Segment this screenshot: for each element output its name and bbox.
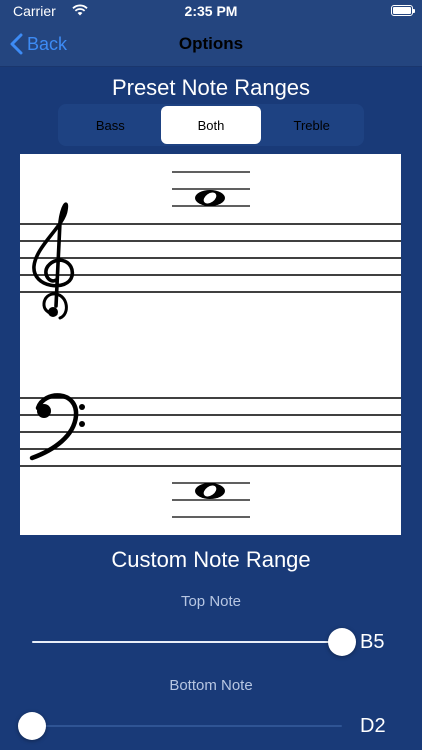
page-title: Options [178,34,244,53]
top-note-value: B5 [360,631,385,653]
segment-both[interactable]: Both [160,106,262,144]
segment-treble[interactable]: Treble [261,106,362,144]
top-note-slider-thumb[interactable] [328,628,356,656]
bottom-note-slider[interactable] [18,711,342,741]
treble-clef-icon [32,202,75,320]
top-note-slider[interactable] [32,627,356,657]
treble-staff [20,223,401,293]
top-note-label: Top Note [180,593,242,610]
navigation-bar: Back Options [0,22,422,67]
battery-icon [391,5,415,16]
staff-display [20,154,401,535]
status-time: 2:35 PM [184,3,238,19]
bottom-note-value: D2 [360,715,386,737]
bottom-note-label: Bottom Note [169,677,253,694]
preset-ranges-title: Preset Note Ranges [111,75,311,100]
bottom-note-slider-thumb[interactable] [18,712,46,740]
status-bar: Carrier 2:35 PM [0,0,422,22]
top-whole-note [195,190,225,206]
preset-segmented-control: Bass Both Treble [58,104,364,146]
segment-bass[interactable]: Bass [60,106,161,144]
custom-range-title: Custom Note Range [111,547,311,572]
bottom-whole-note [195,483,225,499]
